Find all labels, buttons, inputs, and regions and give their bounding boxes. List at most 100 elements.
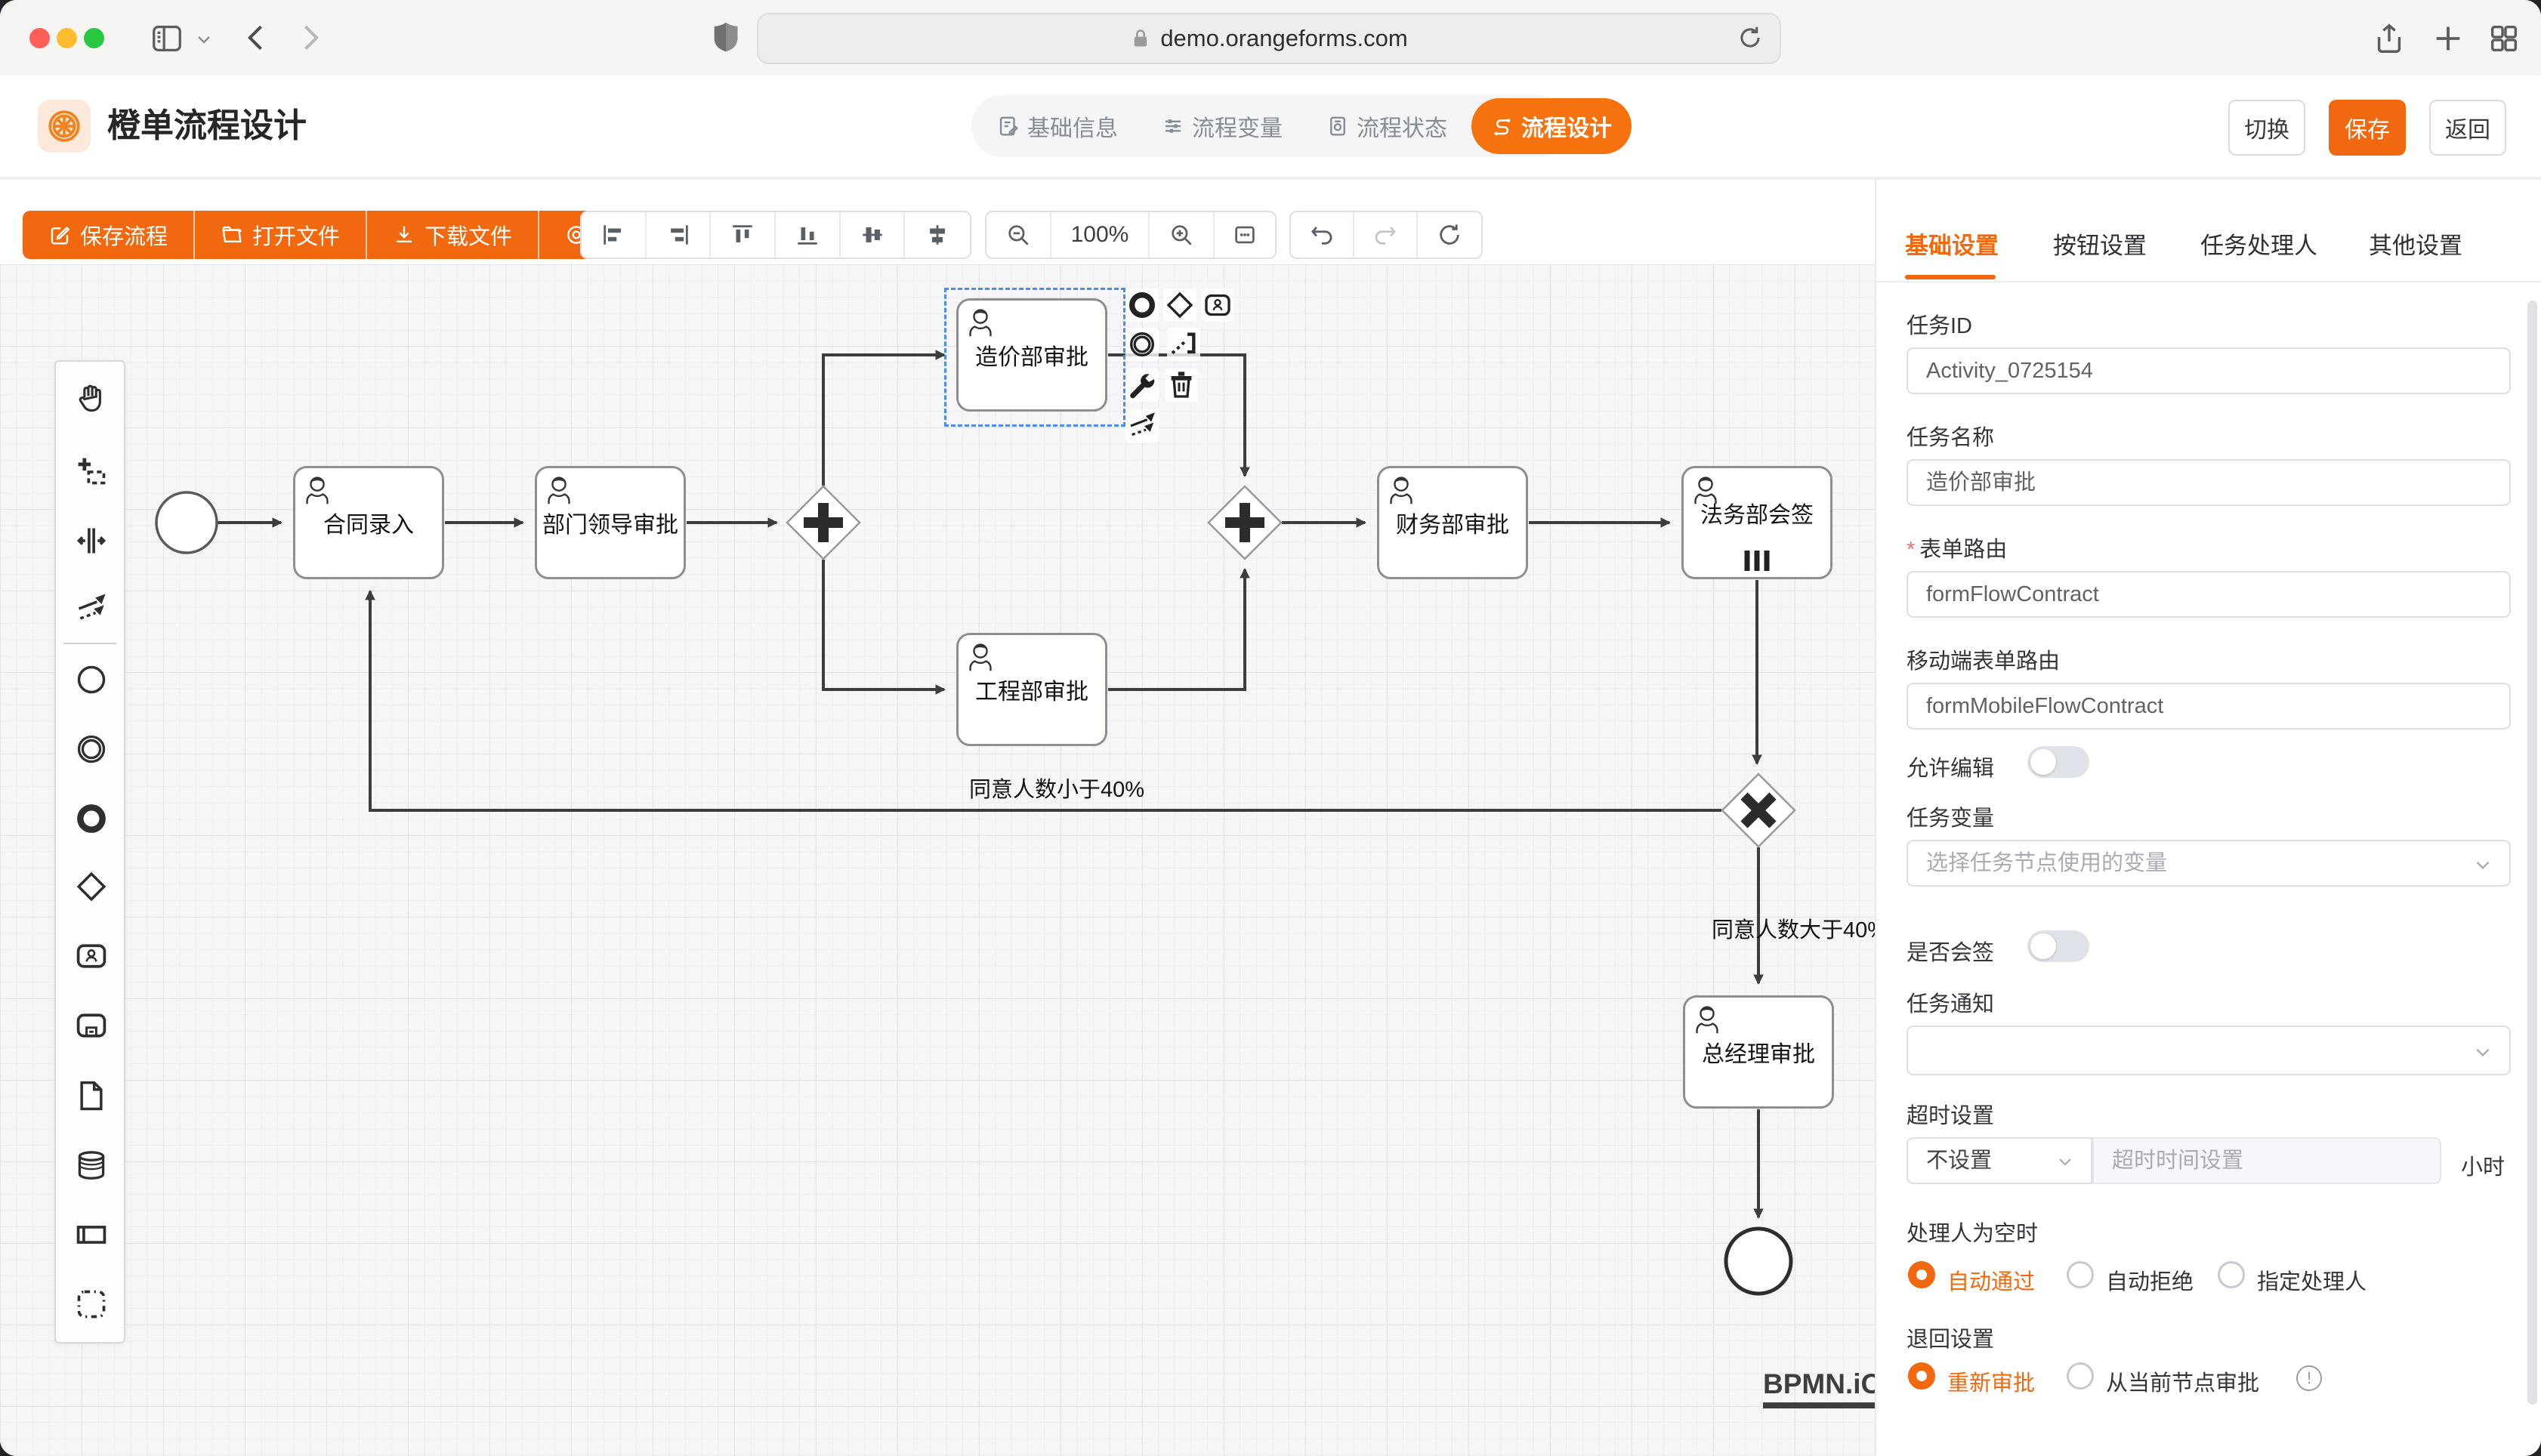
empty-handler-label: 处理人为空时 — [1907, 1216, 2038, 1248]
edge-label-gt40[interactable]: 同意人数大于40% — [1712, 912, 1887, 944]
switch-button[interactable]: 切换 — [2228, 100, 2305, 156]
radio-from-current-node-label[interactable]: 从当前节点审批 — [2106, 1365, 2259, 1397]
task-engineering-dept-approval[interactable]: 工程部审批 — [956, 633, 1107, 746]
task-name-input[interactable]: 造价部审批 — [1907, 459, 2511, 506]
align-bottom-icon[interactable] — [776, 212, 841, 258]
zoom-out-icon[interactable] — [986, 212, 1051, 258]
form-route-input[interactable]: formFlowContract — [1907, 571, 2511, 618]
minimize-window-button[interactable] — [57, 28, 77, 48]
canvas-column: 保存流程 打开文件 下载文件 预览 — [0, 180, 1875, 1456]
align-center-vertical-icon[interactable] — [905, 212, 970, 258]
contextpad-user-task-icon[interactable] — [1201, 288, 1234, 322]
tab-basic-info[interactable]: 基础信息 — [977, 98, 1138, 154]
contextpad-delete-icon[interactable] — [1165, 369, 1198, 402]
contextpad-wrench-icon[interactable] — [1125, 369, 1159, 402]
align-right-icon[interactable] — [647, 212, 712, 258]
panel-tab-basic[interactable]: 基础设置 — [1905, 227, 1999, 261]
back-button[interactable]: 返回 — [2429, 100, 2506, 156]
close-window-button[interactable] — [29, 28, 50, 48]
shield-icon[interactable] — [709, 20, 743, 54]
radio-assign-handler[interactable] — [2218, 1261, 2245, 1288]
fit-viewport-icon[interactable] — [1215, 212, 1275, 258]
forward-button-icon[interactable] — [293, 21, 326, 54]
user-task-icon — [966, 641, 995, 673]
contextpad-annotation-icon[interactable] — [1167, 328, 1200, 361]
new-tab-icon[interactable] — [2431, 21, 2465, 56]
radio-auto-reject[interactable] — [2067, 1261, 2094, 1288]
sliders-icon — [1162, 115, 1184, 137]
user-task-icon — [1387, 474, 1416, 506]
radio-re-approve-label[interactable]: 重新审批 — [1947, 1365, 2035, 1397]
save-button[interactable]: 保存 — [2329, 100, 2406, 156]
radio-re-approve[interactable] — [1908, 1362, 1935, 1390]
task-id-input[interactable]: Activity_0725154 — [1907, 347, 2511, 394]
task-general-manager-approval[interactable]: 总经理审批 — [1683, 995, 1834, 1109]
bpmn-edges-layer — [0, 264, 1875, 1456]
history-tools-group — [1289, 211, 1483, 259]
parallel-gateway-join[interactable] — [1209, 486, 1281, 559]
task-legal-dept-countersign[interactable]: 法务部会签 — [1681, 466, 1832, 579]
end-event[interactable] — [1726, 1229, 1791, 1294]
sidebar-toggle-icon[interactable] — [150, 21, 184, 56]
reload-icon[interactable] — [1736, 23, 1764, 52]
countersign-toggle[interactable] — [2027, 930, 2089, 962]
task-dept-leader-approval[interactable]: 部门领导审批 — [535, 466, 686, 579]
task-notify-select[interactable] — [1907, 1026, 2511, 1075]
radio-auto-pass[interactable] — [1908, 1261, 1935, 1288]
radio-assign-handler-label[interactable]: 指定处理人 — [2257, 1264, 2367, 1296]
radio-auto-pass-label[interactable]: 自动通过 — [1947, 1264, 2035, 1296]
align-center-horizontal-icon[interactable] — [841, 212, 906, 258]
download-file-button[interactable]: 下载文件 — [367, 211, 539, 259]
task-variable-select[interactable]: 选择任务节点使用的变量 — [1907, 840, 2511, 887]
contextpad-end-event-icon[interactable] — [1125, 288, 1159, 322]
zoom-in-icon[interactable] — [1150, 212, 1215, 258]
edge-engineering-to-gateway2 — [1108, 569, 1245, 689]
start-event[interactable] — [156, 492, 217, 553]
contextpad-connect-icon[interactable] — [1125, 409, 1159, 443]
countersign-label: 是否会签 — [1907, 935, 1994, 967]
radio-auto-reject-label[interactable]: 自动拒绝 — [2106, 1264, 2194, 1296]
task-finance-dept-approval[interactable]: 财务部审批 — [1377, 466, 1528, 579]
align-top-icon[interactable] — [711, 212, 776, 258]
share-icon[interactable] — [2372, 21, 2407, 56]
panel-tab-buttons[interactable]: 按钮设置 — [2053, 227, 2147, 261]
address-bar[interactable]: demo.orangeforms.com — [757, 13, 1781, 64]
view-tabs: 基础信息 流程变量 流程状态 流程设计 — [971, 95, 1570, 157]
tab-flow-variables[interactable]: 流程变量 — [1142, 98, 1302, 154]
exclusive-gateway[interactable] — [1722, 774, 1795, 847]
align-left-icon[interactable] — [582, 212, 647, 258]
back-button-icon[interactable] — [240, 21, 273, 54]
zoom-window-button[interactable] — [84, 28, 104, 48]
redo-icon[interactable] — [1354, 212, 1418, 258]
user-task-icon — [1693, 1004, 1721, 1035]
app-header: 橙单流程设计 基础信息 流程变量 流程状态 流程设计 切换 保存 返回 — [0, 76, 2541, 180]
panel-tab-other[interactable]: 其他设置 — [2369, 227, 2462, 261]
tab-flow-status[interactable]: 流程状态 — [1307, 98, 1467, 154]
info-icon[interactable]: ! — [2296, 1365, 2322, 1391]
edge-label-lt40[interactable]: 同意人数小于40% — [969, 772, 1144, 804]
undo-icon[interactable] — [1291, 212, 1354, 258]
contextpad-intermediate-event-icon[interactable] — [1125, 328, 1159, 361]
zoom-level-value[interactable]: 100% — [1051, 212, 1150, 258]
mobile-form-route-input[interactable]: formMobileFlowContract — [1907, 683, 2511, 730]
chevron-down-icon[interactable] — [195, 30, 213, 48]
task-contract-entry[interactable]: 合同录入 — [293, 466, 444, 579]
parallel-gateway-split[interactable] — [787, 486, 860, 559]
save-flow-button[interactable]: 保存流程 — [23, 211, 195, 259]
tab-overview-icon[interactable] — [2487, 21, 2521, 56]
timeout-hours-input[interactable]: 超时时间设置 — [2092, 1137, 2441, 1184]
bpmn-io-logo[interactable]: BPMN.iO — [1763, 1368, 1882, 1408]
bpmn-canvas[interactable]: 合同录入 部门领导审批 造价部审批 工程部审批 财务部审批 — [0, 264, 1875, 1456]
timeout-mode-select[interactable]: 不设置 — [1907, 1137, 2092, 1184]
panel-scrollbar[interactable] — [2527, 301, 2537, 1405]
reset-icon[interactable] — [1418, 212, 1481, 258]
task-variable-label: 任务变量 — [1907, 800, 1994, 832]
allow-edit-toggle[interactable] — [2027, 746, 2089, 778]
contextpad-gateway-icon[interactable] — [1163, 288, 1196, 322]
radio-from-current-node[interactable] — [2067, 1362, 2094, 1390]
selection-outline — [944, 288, 1125, 427]
tab-flow-design[interactable]: 流程设计 — [1471, 98, 1632, 154]
flow-toolbar: 保存流程 打开文件 下载文件 预览 — [0, 180, 1875, 264]
panel-tab-assignee[interactable]: 任务处理人 — [2200, 227, 2317, 261]
open-file-button[interactable]: 打开文件 — [195, 211, 367, 259]
